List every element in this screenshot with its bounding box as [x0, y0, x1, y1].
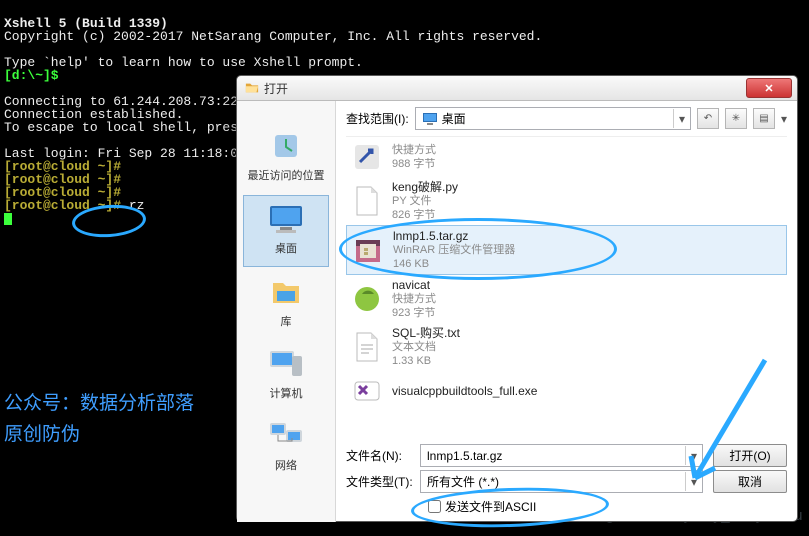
views-button[interactable]: ▤ — [753, 108, 775, 129]
views-icon: ▤ — [759, 113, 768, 124]
file-name: SQL-购买.txt — [392, 326, 460, 340]
libraries-icon — [266, 275, 306, 309]
term-prompt0[interactable]: [d:\~]$ — [4, 68, 66, 83]
term-p4: [root@cloud ~]# — [4, 198, 129, 213]
term-escape: To escape to local shell, press 'C — [4, 120, 269, 135]
recent-icon — [266, 129, 306, 163]
computer-icon — [266, 347, 306, 381]
chevron-down-icon: ▾ — [685, 472, 702, 491]
cursor — [4, 213, 12, 225]
ascii-checkbox-input[interactable] — [428, 500, 441, 513]
file-name: keng破解.py — [392, 180, 458, 194]
look-in-label: 查找范围(I): — [346, 110, 409, 127]
file-sub: WinRAR 压缩文件管理器 — [393, 243, 515, 257]
shortcut-icon — [350, 140, 384, 174]
desktop-icon — [266, 202, 306, 236]
file-item-targz[interactable]: lnmp1.5.tar.gzWinRAR 压缩文件管理器146 KB — [346, 225, 787, 275]
place-computer[interactable]: 计算机 — [243, 341, 329, 411]
file-sub: PY 文件 — [392, 194, 458, 208]
place-libraries[interactable]: 库 — [243, 269, 329, 339]
place-libraries-label: 库 — [281, 313, 292, 329]
place-desktop[interactable]: 桌面 — [243, 195, 329, 267]
place-network-label: 网络 — [275, 457, 297, 473]
file-name: navicat — [392, 278, 436, 292]
filetype-label: 文件类型(T): — [346, 473, 420, 490]
rar-icon — [351, 233, 385, 267]
file-item-txt[interactable]: SQL-购买.txt文本文档1.33 KB — [346, 323, 787, 371]
ascii-checkbox[interactable]: 发送文件到ASCII — [424, 497, 787, 516]
txt-icon — [350, 330, 384, 364]
new-folder-button[interactable]: ✳ — [725, 108, 747, 129]
file-item-navicat[interactable]: navicat快捷方式923 字节 — [346, 275, 787, 323]
file-size: 1.33 KB — [392, 354, 460, 368]
place-recent-label: 最近访问的位置 — [248, 167, 325, 183]
dialog-titlebar[interactable]: 打开 ✕ — [237, 76, 797, 101]
cancel-button-label: 取消 — [738, 473, 762, 490]
open-dialog: 打开 ✕ 最近访问的位置 桌面 库 计算机 网络 — [236, 75, 798, 522]
dialog-bottom: 文件名(N): lnmp1.5.tar.gz ▾ 打开(O) 文件类型(T): … — [346, 437, 787, 516]
open-button-label: 打开(O) — [729, 447, 770, 464]
file-item-shortcut[interactable]: 快捷方式988 字节 — [346, 137, 787, 177]
place-network[interactable]: 网络 — [243, 413, 329, 483]
watermark-l1: 公众号：数据分析部落 — [4, 388, 194, 415]
look-in-value: 桌面 — [442, 110, 466, 127]
desktop-small-icon — [422, 112, 438, 126]
file-size: 988 字节 — [392, 157, 436, 171]
close-button[interactable]: ✕ — [746, 78, 792, 98]
chevron-down-icon: ▾ — [685, 446, 702, 465]
watermark: 公众号：数据分析部落 原创防伪 — [4, 388, 194, 450]
file-sub: 快捷方式 — [392, 143, 436, 157]
place-desktop-label: 桌面 — [275, 240, 297, 256]
file-list[interactable]: 快捷方式988 字节 keng破解.pyPY 文件826 字节 lnmp1.5.… — [346, 136, 787, 437]
open-button[interactable]: 打开(O) — [713, 444, 787, 467]
cancel-button[interactable]: 取消 — [713, 470, 787, 493]
place-recent[interactable]: 最近访问的位置 — [243, 123, 329, 193]
file-sub: 文本文档 — [392, 340, 460, 354]
file-name: visualcppbuildtools_full.exe — [392, 384, 537, 398]
file-size: 923 字节 — [392, 306, 436, 320]
file-item-py[interactable]: keng破解.pyPY 文件826 字节 — [346, 177, 787, 225]
file-item-exe[interactable]: visualcppbuildtools_full.exe — [346, 371, 787, 411]
file-sub: 快捷方式 — [392, 292, 436, 306]
ascii-label: 发送文件到ASCII — [445, 498, 536, 515]
exe-icon — [350, 374, 384, 408]
file-name: lnmp1.5.tar.gz — [393, 229, 515, 243]
file-size: 826 字节 — [392, 208, 458, 222]
look-in-combo[interactable]: 桌面 ▾ — [415, 107, 691, 130]
filename-label: 文件名(N): — [346, 447, 420, 464]
filename-combo[interactable]: lnmp1.5.tar.gz ▾ — [420, 444, 703, 467]
close-icon: ✕ — [764, 82, 773, 95]
new-folder-icon: ✳ — [732, 113, 740, 124]
up-icon: ↶ — [704, 113, 712, 124]
chevron-down-icon: ▾ — [673, 109, 690, 128]
term-copyright: Copyright (c) 2002-2017 NetSarang Comput… — [4, 29, 542, 44]
places-bar: 最近访问的位置 桌面 库 计算机 网络 — [237, 101, 336, 522]
filetype-value: 所有文件 (*.*) — [427, 473, 499, 490]
file-size: 146 KB — [393, 257, 515, 271]
py-file-icon — [350, 184, 384, 218]
filename-value: lnmp1.5.tar.gz — [427, 449, 502, 463]
network-icon — [266, 419, 306, 453]
place-computer-label: 计算机 — [270, 385, 303, 401]
watermark-l2: 原创防伪 — [4, 419, 194, 446]
navicat-icon — [350, 282, 384, 316]
dropdown-icon: ▾ — [781, 112, 787, 126]
term-cmd: rz — [129, 198, 145, 213]
dialog-title: 打开 — [264, 80, 288, 97]
up-button[interactable]: ↶ — [697, 108, 719, 129]
folder-open-icon — [245, 81, 259, 95]
filetype-combo[interactable]: 所有文件 (*.*) ▾ — [420, 470, 703, 493]
